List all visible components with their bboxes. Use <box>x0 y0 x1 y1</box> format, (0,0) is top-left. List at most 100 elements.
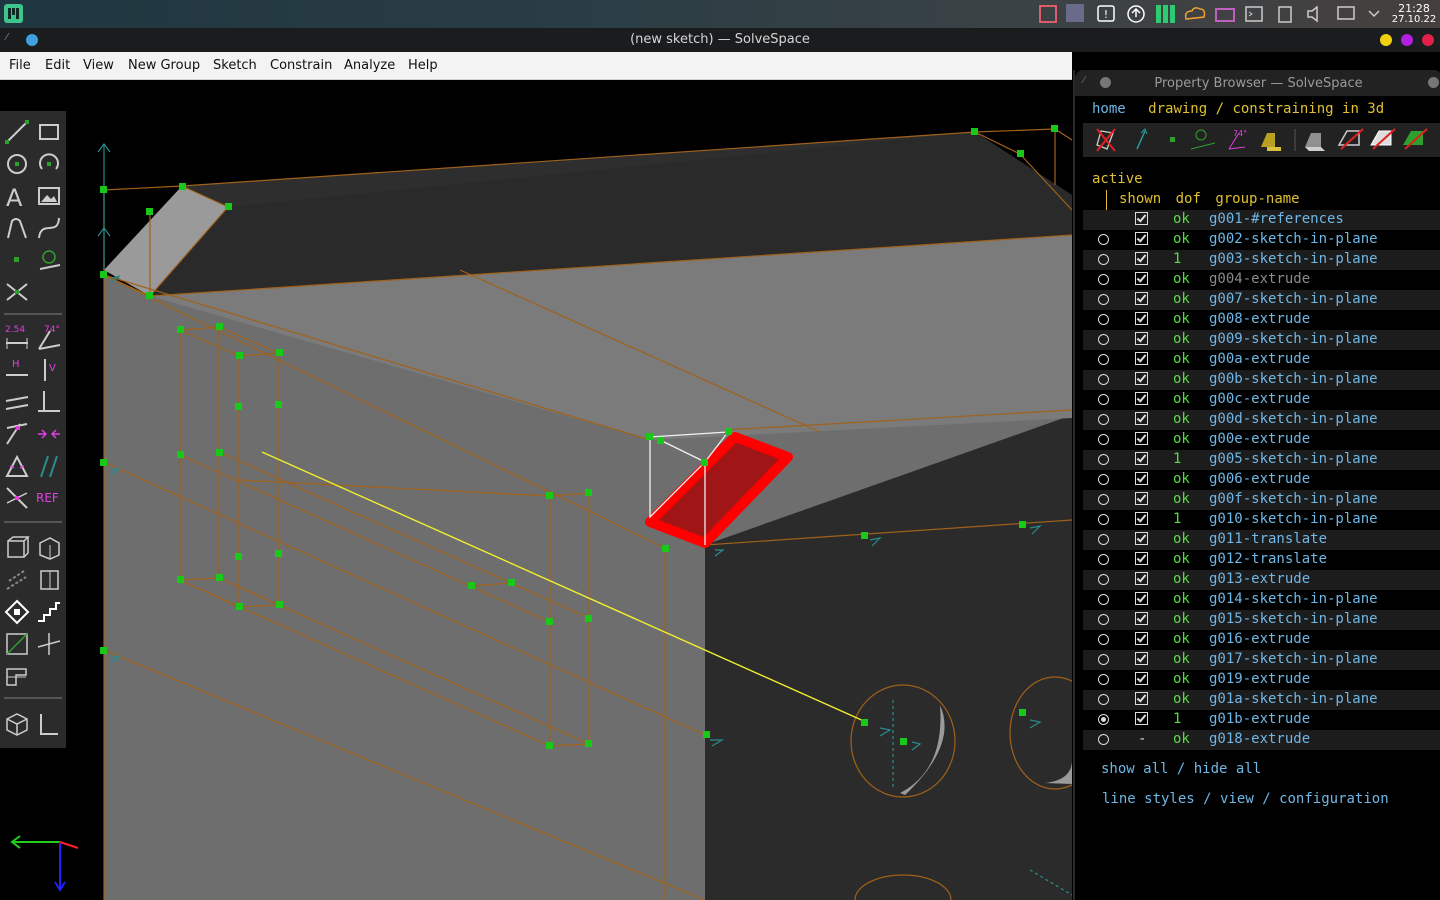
reference-constraint-icon[interactable]: REF <box>36 485 62 511</box>
active-group-radio[interactable] <box>1098 334 1109 345</box>
arc-tool-icon[interactable] <box>36 151 62 177</box>
lathe-group-icon[interactable] <box>36 711 62 737</box>
shown-checkbox[interactable] <box>1135 412 1148 425</box>
menu-file[interactable]: File <box>9 58 31 73</box>
angle-constraint-icon[interactable]: 74° <box>36 325 62 351</box>
shown-checkbox[interactable] <box>1135 432 1148 445</box>
group-row[interactable]: ok g013-extrude <box>1083 570 1440 590</box>
group-row[interactable]: ok g008-extrude <box>1083 310 1440 330</box>
active-group-radio[interactable] <box>1098 694 1109 705</box>
datum-point-tool-icon[interactable] <box>4 247 30 273</box>
group-row[interactable]: ok g009-sketch-in-plane <box>1083 330 1440 350</box>
shown-checkbox[interactable] <box>1135 552 1148 565</box>
group-row[interactable]: 1 g003-sketch-in-plane <box>1083 250 1440 270</box>
active-group-radio[interactable] <box>1098 574 1109 585</box>
group-name-link[interactable]: g012-translate <box>1209 551 1327 567</box>
menu-help[interactable]: Help <box>408 58 438 73</box>
shown-checkbox[interactable] <box>1135 632 1148 645</box>
group-name-link[interactable]: g00b-sketch-in-plane <box>1209 371 1378 387</box>
shown-checkbox[interactable] <box>1135 652 1148 665</box>
image-tool-icon[interactable] <box>36 183 62 209</box>
group-row[interactable]: 1 g010-sketch-in-plane <box>1083 510 1440 530</box>
group-name-link[interactable]: g008-extrude <box>1209 311 1310 327</box>
group-name-link[interactable]: g019-extrude <box>1209 671 1310 687</box>
group-name-link[interactable]: g013-extrude <box>1209 571 1310 587</box>
active-group-radio[interactable] <box>1098 714 1109 725</box>
tangent-constraint-icon[interactable] <box>4 485 30 511</box>
export-solid-icon[interactable] <box>4 711 30 737</box>
circle-tool-icon[interactable] <box>4 151 30 177</box>
group-row[interactable]: ok g001-#references <box>1083 210 1440 230</box>
split-curves-tool-icon[interactable] <box>4 279 30 305</box>
active-group-radio[interactable] <box>1098 314 1109 325</box>
nearest-isometric-view-icon[interactable] <box>4 535 30 561</box>
shown-checkbox[interactable] <box>1135 352 1148 365</box>
group-row[interactable]: ok g002-sketch-in-plane <box>1083 230 1440 250</box>
extrude-group-icon[interactable] <box>4 663 30 689</box>
show-all-link[interactable]: show all <box>1101 761 1168 777</box>
equal-constraint-icon[interactable] <box>4 453 30 479</box>
group-name-link[interactable]: g01a-sketch-in-plane <box>1209 691 1378 707</box>
active-group-radio[interactable] <box>1098 594 1109 605</box>
shown-checkbox[interactable] <box>1135 472 1148 485</box>
group-name-link[interactable]: g01b-extrude <box>1209 711 1310 727</box>
active-group-radio[interactable] <box>1098 674 1109 685</box>
workplane-tool-icon[interactable] <box>36 247 62 273</box>
shown-checkbox[interactable] <box>1135 672 1148 685</box>
active-group-radio[interactable] <box>1098 734 1109 745</box>
horizontal-constraint-icon[interactable]: H <box>4 357 30 383</box>
clock-date[interactable]: 27.10.22 <box>1390 14 1438 25</box>
model-canvas[interactable] <box>0 80 1072 900</box>
shown-checkbox[interactable] <box>1135 392 1148 405</box>
active-group-radio[interactable] <box>1098 394 1109 405</box>
active-group-radio[interactable] <box>1098 414 1109 425</box>
group-name-link[interactable]: g015-sketch-in-plane <box>1209 611 1378 627</box>
group-name-link[interactable]: g016-extrude <box>1209 631 1310 647</box>
group-row[interactable]: ok g00a-extrude <box>1083 350 1440 370</box>
vertical-constraint-icon[interactable]: V <box>36 357 62 383</box>
pb-close-button[interactable] <box>1428 77 1439 88</box>
minimize-button[interactable] <box>1380 34 1392 46</box>
shown-checkbox[interactable] <box>1135 232 1148 245</box>
group-row[interactable]: ok g017-sketch-in-plane <box>1083 650 1440 670</box>
group-row[interactable]: ok g00c-extrude <box>1083 390 1440 410</box>
group-row[interactable]: ok g012-translate <box>1083 550 1440 570</box>
shown-checkbox[interactable] <box>1135 332 1148 345</box>
group-row[interactable]: ok g00e-extrude <box>1083 430 1440 450</box>
configuration-link[interactable]: configuration <box>1279 791 1389 807</box>
active-group-radio[interactable] <box>1098 474 1109 485</box>
window-titlebar[interactable]: ⁄ (new sketch) — SolveSpace <box>0 28 1440 52</box>
shown-checkbox[interactable] <box>1135 612 1148 625</box>
distance-constraint-icon[interactable]: 2.54 <box>4 325 30 351</box>
group-name-link[interactable]: g010-sketch-in-plane <box>1209 511 1378 527</box>
line-tool-icon[interactable] <box>4 119 30 145</box>
close-button[interactable] <box>1422 34 1434 46</box>
group-name-link[interactable]: g00e-extrude <box>1209 431 1310 447</box>
active-group-radio[interactable] <box>1098 274 1109 285</box>
shown-checkbox[interactable] <box>1135 212 1148 225</box>
maximize-button[interactable] <box>1401 34 1413 46</box>
step-translating-icon[interactable] <box>4 599 30 625</box>
menu-constrain[interactable]: Constrain <box>270 58 332 73</box>
group-row[interactable]: ok g004-extrude <box>1083 270 1440 290</box>
active-group-radio[interactable] <box>1098 534 1109 545</box>
construction-toggle-icon[interactable] <box>4 567 30 593</box>
rectangle-tool-icon[interactable] <box>36 119 62 145</box>
group-name-link[interactable]: g005-sketch-in-plane <box>1209 451 1378 467</box>
shown-checkbox[interactable] <box>1135 252 1148 265</box>
step-rotating-icon[interactable] <box>36 599 62 625</box>
group-name-link[interactable]: g004-extrude <box>1209 271 1310 287</box>
group-name-link[interactable]: g011-translate <box>1209 531 1327 547</box>
text-tool-icon[interactable]: A <box>4 183 30 209</box>
menu-view[interactable]: View <box>83 58 114 73</box>
3d-sketch-icon[interactable] <box>36 631 62 657</box>
bezier-tool-icon[interactable] <box>36 215 62 241</box>
group-name-link[interactable]: g001-#references <box>1209 211 1344 227</box>
group-row[interactable]: ok g006-extrude <box>1083 470 1440 490</box>
group-row[interactable]: ok g019-extrude <box>1083 670 1440 690</box>
group-row[interactable]: ok g00b-sketch-in-plane <box>1083 370 1440 390</box>
line-styles-link[interactable]: line styles <box>1102 791 1195 807</box>
menu-sketch[interactable]: Sketch <box>213 58 257 73</box>
perpendicular-constraint-icon[interactable] <box>36 389 62 415</box>
group-name-link[interactable]: g003-sketch-in-plane <box>1209 251 1378 267</box>
